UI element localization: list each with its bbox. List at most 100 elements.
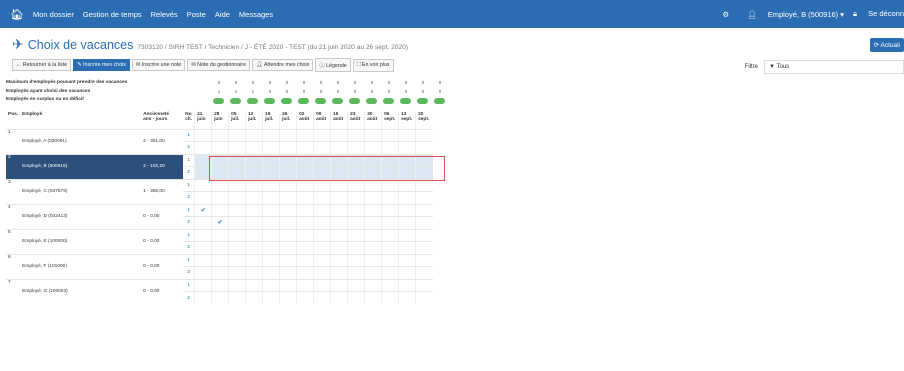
- week-cell[interactable]: [364, 166, 382, 179]
- week-cell[interactable]: [262, 128, 280, 142]
- week-cell[interactable]: [313, 153, 331, 167]
- week-cell[interactable]: [228, 266, 246, 279]
- week-cell[interactable]: [415, 141, 433, 154]
- week-cell[interactable]: [279, 216, 297, 229]
- week-cell[interactable]: [330, 241, 348, 254]
- week-cell[interactable]: [245, 228, 263, 242]
- week-cell[interactable]: [347, 153, 365, 167]
- wait-choices-button[interactable]: 👤︎ Attendre mes choix: [252, 59, 314, 71]
- week-cell[interactable]: [330, 278, 348, 292]
- week-cell[interactable]: [347, 166, 365, 179]
- week-cell[interactable]: [415, 178, 433, 192]
- week-cell[interactable]: [245, 153, 263, 167]
- week-cell[interactable]: [228, 178, 246, 192]
- week-cell[interactable]: [245, 253, 263, 267]
- week-cell[interactable]: [347, 228, 365, 242]
- week-cell[interactable]: [194, 141, 212, 154]
- row-employee[interactable]: Employé, G (100003): [20, 278, 142, 304]
- week-cell[interactable]: [347, 178, 365, 192]
- week-cell[interactable]: [398, 153, 416, 167]
- week-cell[interactable]: [347, 203, 365, 217]
- week-cell[interactable]: [330, 166, 348, 179]
- week-cell[interactable]: [245, 203, 263, 217]
- week-cell[interactable]: [279, 253, 297, 267]
- week-cell[interactable]: [211, 203, 229, 217]
- week-cell[interactable]: [296, 266, 314, 279]
- week-cell[interactable]: [262, 278, 280, 292]
- nav-poste[interactable]: Poste: [187, 10, 206, 19]
- row-employee[interactable]: Employé, C (037579): [20, 178, 142, 204]
- week-cell[interactable]: [330, 228, 348, 242]
- week-cell[interactable]: [415, 241, 433, 254]
- week-cell[interactable]: [330, 191, 348, 204]
- week-cell[interactable]: [262, 253, 280, 267]
- week-cell[interactable]: [347, 191, 365, 204]
- week-cell[interactable]: [398, 128, 416, 142]
- week-cell[interactable]: [381, 128, 399, 142]
- week-cell[interactable]: [262, 203, 280, 217]
- week-cell[interactable]: [415, 278, 433, 292]
- week-cell[interactable]: [296, 291, 314, 304]
- week-cell[interactable]: [194, 166, 212, 179]
- week-cell[interactable]: [381, 178, 399, 192]
- week-cell[interactable]: [364, 241, 382, 254]
- week-cell[interactable]: [313, 241, 331, 254]
- week-cell[interactable]: [364, 141, 382, 154]
- week-cell[interactable]: [245, 141, 263, 154]
- week-cell[interactable]: [381, 153, 399, 167]
- home-icon[interactable]: 🏠︎: [10, 8, 24, 21]
- week-cell[interactable]: [415, 191, 433, 204]
- week-cell[interactable]: [381, 166, 399, 179]
- week-cell[interactable]: [364, 191, 382, 204]
- week-cell[interactable]: [313, 291, 331, 304]
- week-cell[interactable]: [194, 128, 212, 142]
- week-cell[interactable]: [381, 253, 399, 267]
- week-cell[interactable]: [330, 141, 348, 154]
- week-cell[interactable]: [228, 291, 246, 304]
- week-cell[interactable]: [194, 178, 212, 192]
- week-cell[interactable]: [211, 278, 229, 292]
- week-cell[interactable]: [398, 241, 416, 254]
- week-cell[interactable]: [398, 266, 416, 279]
- week-cell[interactable]: [313, 166, 331, 179]
- manager-note-button[interactable]: ✉ Note du gestionnaire: [187, 59, 251, 71]
- week-cell[interactable]: [415, 166, 433, 179]
- row-employee[interactable]: Employé, F (101000): [20, 253, 142, 279]
- week-cell[interactable]: [381, 203, 399, 217]
- week-cell[interactable]: [228, 141, 246, 154]
- week-cell[interactable]: [296, 253, 314, 267]
- week-cell[interactable]: [313, 203, 331, 217]
- week-cell[interactable]: [347, 216, 365, 229]
- actualize-button[interactable]: ⟳ Actuali: [869, 38, 904, 52]
- see-more-button[interactable]: ⛶ En voir plus: [352, 58, 394, 72]
- week-cell[interactable]: [313, 253, 331, 267]
- week-cell[interactable]: [194, 253, 212, 267]
- nav-aide[interactable]: Aide: [215, 10, 230, 19]
- week-cell[interactable]: [262, 141, 280, 154]
- week-cell[interactable]: [245, 266, 263, 279]
- week-cell[interactable]: [381, 291, 399, 304]
- week-cell[interactable]: ✔: [211, 216, 229, 229]
- week-cell[interactable]: [330, 153, 348, 167]
- week-cell[interactable]: [228, 253, 246, 267]
- week-cell[interactable]: [364, 253, 382, 267]
- week-cell[interactable]: [313, 216, 331, 229]
- week-cell[interactable]: [381, 141, 399, 154]
- week-cell[interactable]: [364, 216, 382, 229]
- week-cell[interactable]: [296, 278, 314, 292]
- week-cell[interactable]: [347, 278, 365, 292]
- week-cell[interactable]: [398, 178, 416, 192]
- week-cell[interactable]: [313, 266, 331, 279]
- week-cell[interactable]: [347, 291, 365, 304]
- week-cell[interactable]: [228, 166, 246, 179]
- week-cell[interactable]: [415, 203, 433, 217]
- week-cell[interactable]: [330, 266, 348, 279]
- week-cell[interactable]: [415, 291, 433, 304]
- back-to-list-button[interactable]: ← Retourner à la liste: [12, 59, 72, 71]
- week-cell[interactable]: [262, 228, 280, 242]
- week-cell[interactable]: [381, 266, 399, 279]
- week-cell[interactable]: [194, 241, 212, 254]
- user-menu[interactable]: 👤︎ Employé, B (500916) ▾: [738, 10, 844, 19]
- week-cell[interactable]: [381, 241, 399, 254]
- week-cell[interactable]: [262, 241, 280, 254]
